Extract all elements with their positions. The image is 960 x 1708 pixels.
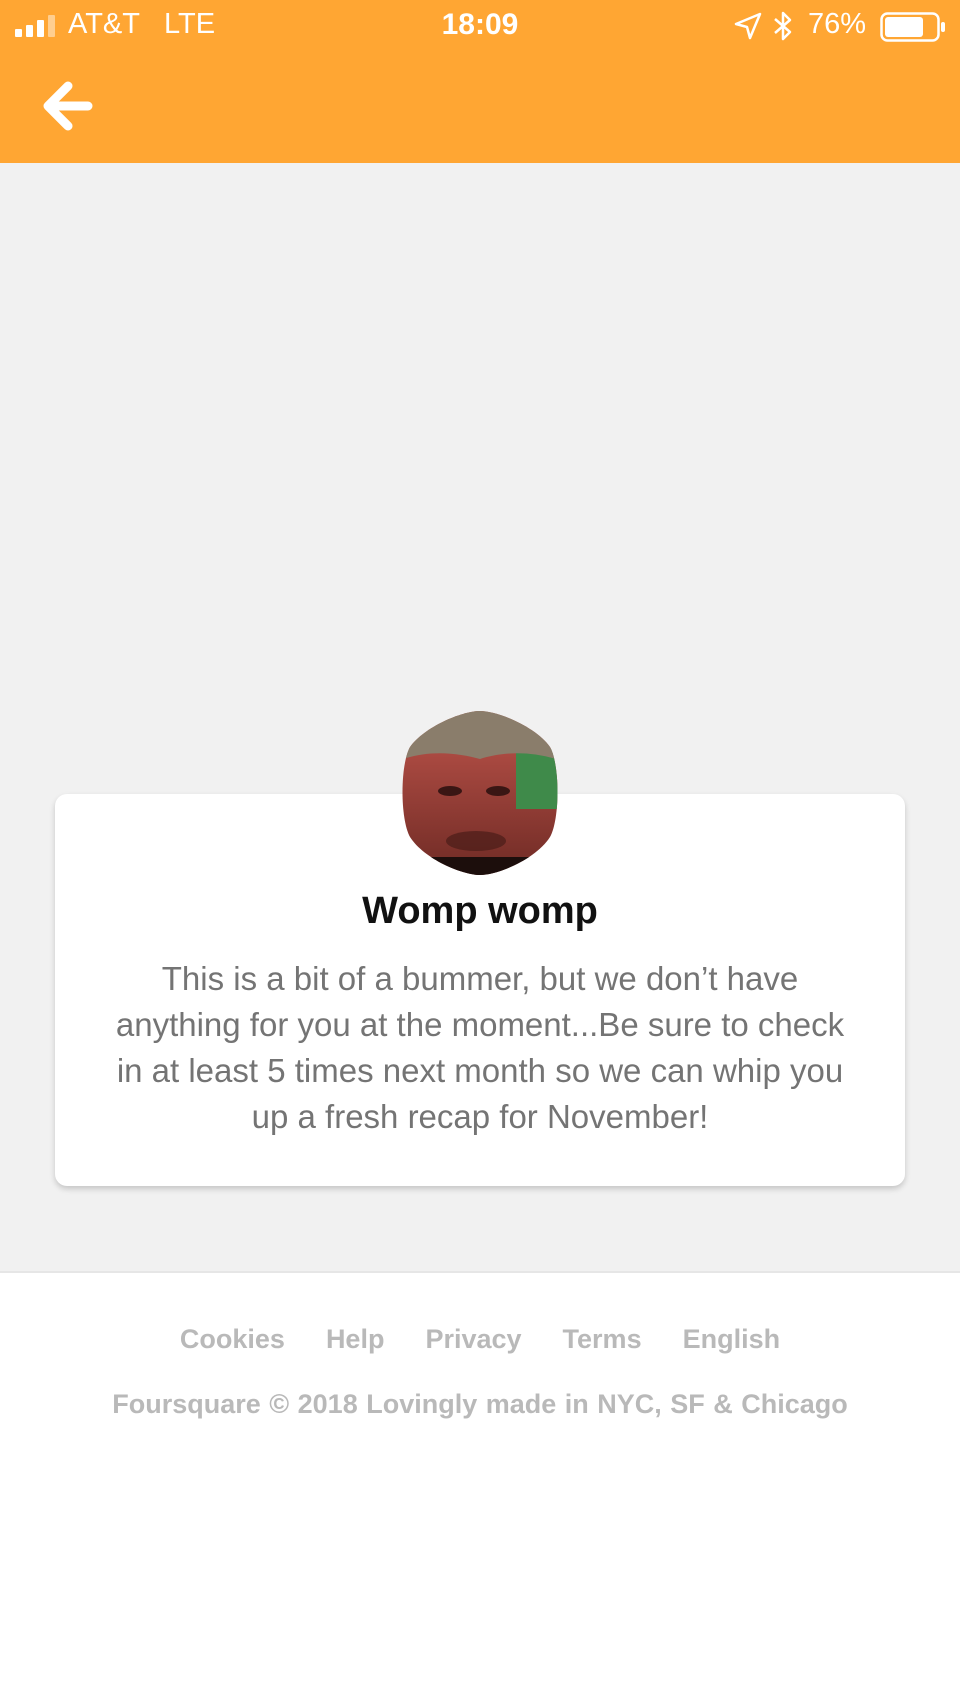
battery-percent: 76%: [808, 8, 867, 40]
footer-link-privacy[interactable]: Privacy: [425, 1324, 521, 1355]
card-message: This is a bit of a bummer, but we don’t …: [115, 960, 845, 1135]
footer-link-cookies[interactable]: Cookies: [180, 1324, 285, 1355]
status-bar: AT&T LTE 18:09 76%: [0, 0, 960, 52]
user-avatar: [402, 711, 558, 875]
recap-content: Womp womp This is a bit of a bummer, but…: [0, 163, 960, 1273]
footer-copyright: Foursquare © 2018 Lovingly made in NYC, …: [112, 1389, 848, 1419]
footer-link-terms[interactable]: Terms: [563, 1324, 642, 1355]
footer-links: Cookies Help Privacy Terms English: [0, 1324, 960, 1355]
bluetooth-icon: [774, 11, 792, 41]
battery-icon: [880, 12, 945, 42]
footer-link-help[interactable]: Help: [326, 1324, 385, 1355]
card-title: Womp womp: [362, 890, 598, 932]
back-arrow-icon[interactable]: [36, 76, 106, 136]
location-arrow-icon: [734, 12, 762, 40]
footer-link-language[interactable]: English: [683, 1324, 781, 1355]
app-header: AT&T LTE 18:09 76%: [0, 0, 960, 163]
